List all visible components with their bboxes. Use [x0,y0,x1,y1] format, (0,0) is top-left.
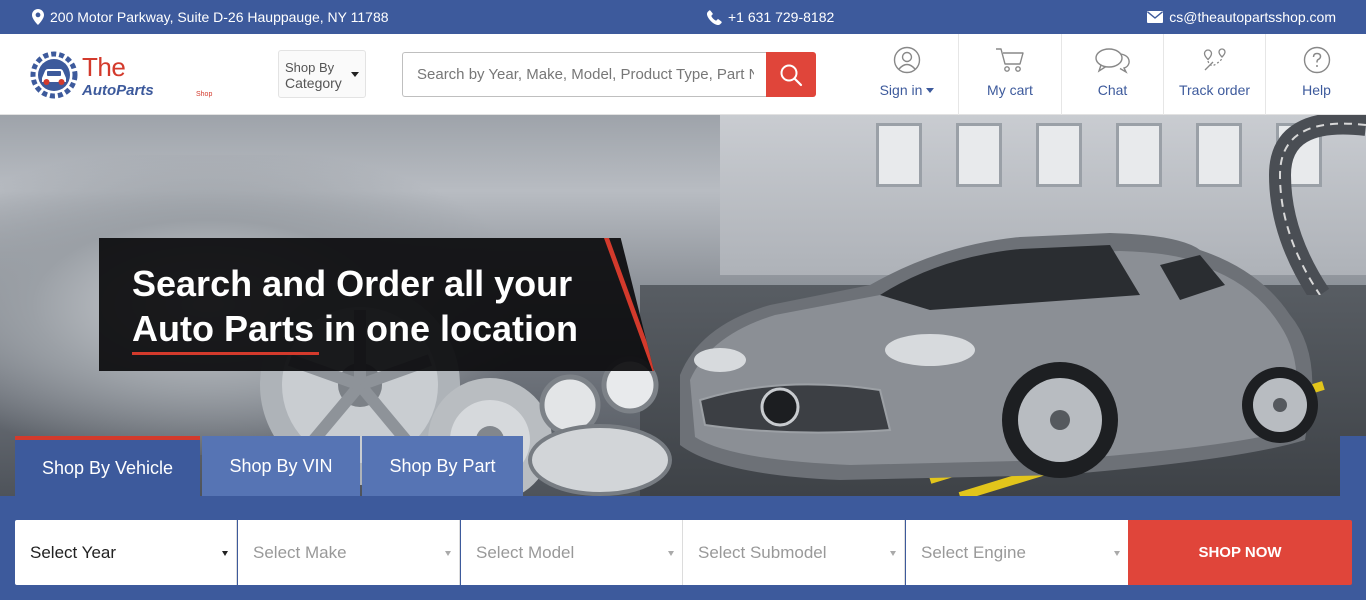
select-submodel-dropdown[interactable]: Select Submodel [683,520,905,585]
chevron-down-icon [926,87,935,93]
select-model-dropdown[interactable]: Select Model [461,520,683,585]
top-info-bar: 200 Motor Parkway, Suite D-26 Hauppauge,… [0,0,1366,34]
select-model-value: Select Model [476,542,575,562]
chat-bubbles-icon [1094,48,1130,74]
help-question-icon [1303,46,1330,74]
address-info: 200 Motor Parkway, Suite D-26 Hauppauge,… [32,0,389,34]
search-input[interactable] [402,52,768,97]
chevron-down-icon [222,551,228,556]
select-engine-dropdown[interactable]: Select Engine [906,520,1128,585]
select-make-dropdown[interactable]: Select Make [238,520,460,585]
chevron-down-icon [668,551,674,556]
search-bar [402,52,816,97]
site-logo[interactable]: The AutoParts Shop [30,51,220,103]
search-icon [780,64,803,86]
help-link[interactable]: Help [1265,34,1366,115]
category-dropdown-line1: Shop By [285,60,335,75]
chevron-down-icon [351,72,359,77]
select-engine-value: Select Engine [921,542,1026,562]
vehicle-finder-bar: Select Year Select Make Select Model Sel… [0,496,1366,600]
address-text: 200 Motor Parkway, Suite D-26 Hauppauge,… [50,9,389,25]
email-text: cs@theautopartsshop.com [1169,9,1336,25]
site-header: The AutoParts Shop Shop By Category Sign… [0,34,1366,115]
my-cart-label: My cart [987,82,1033,98]
user-icon [893,46,921,74]
chevron-down-icon [445,551,451,556]
featured-car-image [680,233,1318,480]
hero-headline-line1: Search and Order all your [132,263,573,304]
map-pin-icon [32,9,44,25]
select-year-value: Select Year [30,542,117,562]
hero-headline-line2: Auto Parts in one location [132,308,579,349]
shop-now-button[interactable]: SHOP NOW [1128,520,1352,585]
email-info[interactable]: cs@theautopartsshop.com [1147,0,1336,34]
phone-text: +1 631 729-8182 [728,9,835,25]
tab-shop-by-vin[interactable]: Shop By VIN [202,436,360,496]
tab-shop-by-vehicle[interactable]: Shop By Vehicle [15,436,200,496]
header-nav: Sign in My cart Chat Track order Help [856,34,1366,115]
chevron-down-icon [1114,551,1120,556]
gear-car-logo-icon [30,51,78,99]
shop-by-tabs: Shop By Vehicle Shop By VIN Shop By Part [15,436,523,496]
select-make-value: Select Make [253,542,347,562]
hero-headline-box: Search and Order all your Auto Parts in … [99,238,654,371]
route-pin-icon [1203,48,1226,71]
phone-icon [707,9,722,25]
track-order-label: Track order [1178,82,1251,98]
help-label: Help [1302,82,1331,98]
tab-band [1340,436,1366,496]
sign-in-label: Sign in [879,82,923,98]
sign-in-link[interactable]: Sign in [856,34,958,115]
chat-link[interactable]: Chat [1061,34,1163,115]
track-order-link[interactable]: Track order [1163,34,1265,115]
headline-underline [132,352,319,355]
search-button[interactable] [766,52,816,97]
cart-icon [996,48,1024,72]
category-dropdown-line2: Category [285,75,342,91]
logo-text-the: The [82,52,126,82]
chevron-down-icon [890,551,896,556]
select-submodel-value: Select Submodel [698,542,827,562]
logo-text-autoparts: AutoParts [82,82,154,99]
chat-label: Chat [1097,82,1128,98]
select-year-dropdown[interactable]: Select Year [15,520,237,585]
tab-shop-by-part[interactable]: Shop By Part [362,436,523,496]
logo-text-shop: Shop [196,91,213,98]
shop-by-category-dropdown[interactable]: Shop By Category [278,50,366,98]
envelope-icon [1147,11,1164,23]
phone-info[interactable]: +1 631 729-8182 [707,0,834,34]
my-cart-link[interactable]: My cart [958,34,1061,115]
